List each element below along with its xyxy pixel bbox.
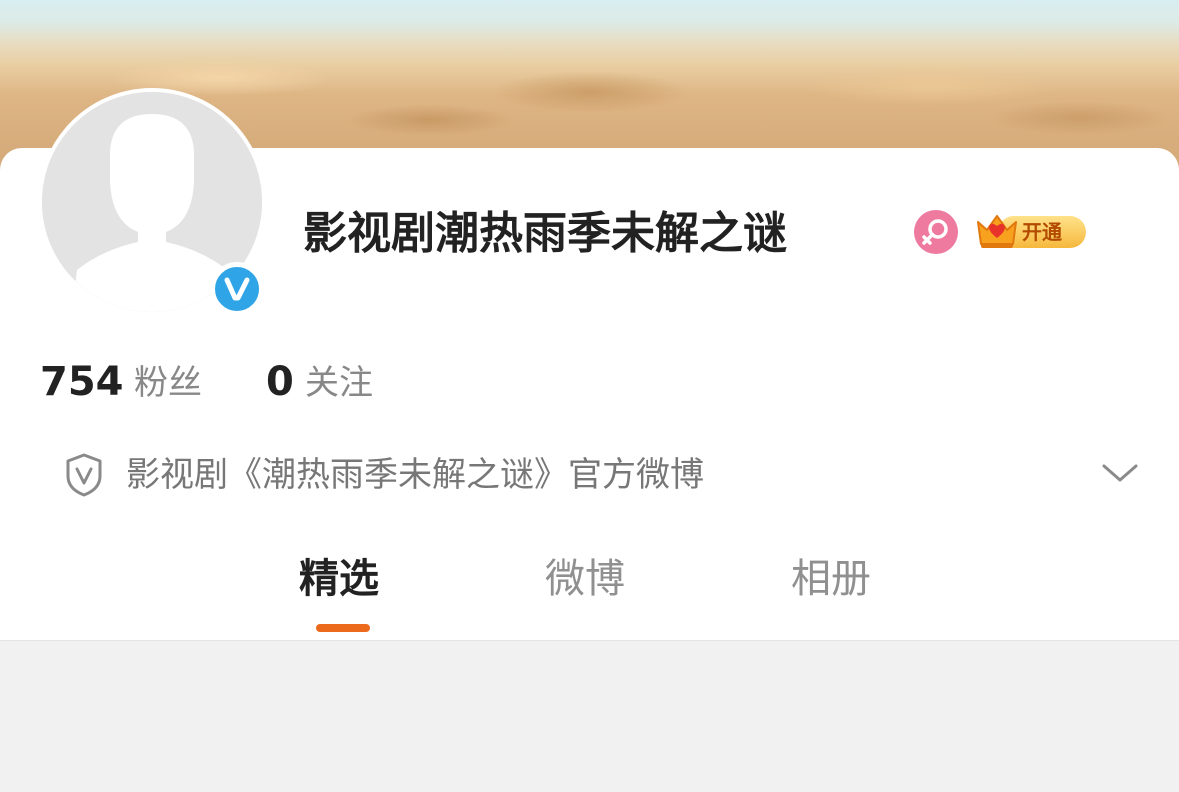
chevron-down-icon[interactable]: [1100, 458, 1140, 488]
followers-count[interactable]: 754: [40, 358, 124, 406]
active-tab-indicator: [316, 624, 370, 632]
tab-album[interactable]: 相册: [791, 552, 871, 606]
crown-icon: [977, 215, 1017, 248]
verification-text: 影视剧《潮热雨季未解之谜》官方微博: [126, 455, 704, 495]
tab-bar-divider: [0, 640, 1179, 641]
following-count[interactable]: 0: [266, 358, 294, 406]
tab-weibo[interactable]: 微博: [545, 552, 625, 606]
female-icon: [914, 210, 958, 254]
verified-v-icon: [210, 262, 264, 316]
verification-row[interactable]: 影视剧《潮热雨季未解之谜》官方微博: [0, 446, 1179, 504]
followers-label[interactable]: 粉丝: [134, 360, 202, 406]
profile-name: 影视剧潮热雨季未解之谜: [303, 208, 787, 259]
following-label[interactable]: 关注: [305, 360, 373, 406]
vip-open-button[interactable]: 开通: [974, 210, 1086, 252]
shield-v-icon: [66, 453, 102, 497]
tab-featured[interactable]: 精选: [299, 552, 379, 606]
vip-open-label: 开通: [1022, 220, 1062, 244]
